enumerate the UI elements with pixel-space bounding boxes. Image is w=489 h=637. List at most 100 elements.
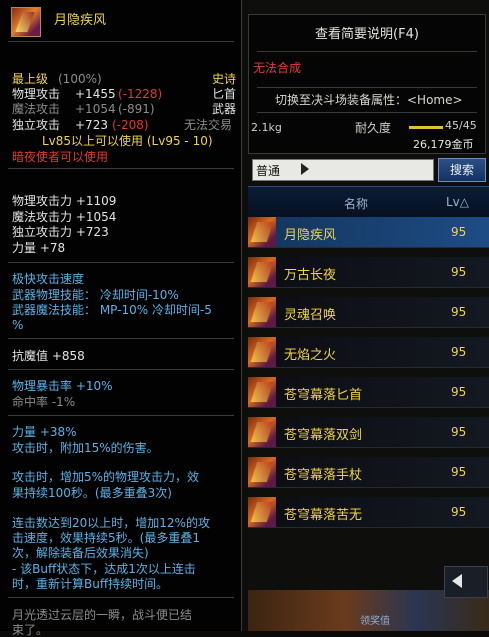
list-item[interactable]: 苍穹幕落双剑 95: [248, 417, 489, 448]
item-level: 95: [451, 305, 467, 319]
grade: 最上级: [12, 72, 49, 86]
option-line: - 该Buff状态下，达成1次以上连击: [12, 562, 196, 576]
list-item[interactable]: 苍穹幕落手杖 95: [248, 457, 489, 488]
magic-resist: 抗魔值 +858: [12, 349, 85, 363]
list-item[interactable]: 无焰之火 95: [248, 337, 489, 368]
item-name: 苍穹幕落匕首: [284, 388, 363, 403]
item-name: 苍穹幕落苦无: [284, 508, 363, 523]
item-name: 万古长夜: [284, 268, 337, 283]
weight-value: 2.1kg: [251, 121, 282, 134]
list-item[interactable]: 万古长夜 95: [248, 257, 489, 288]
weapon-icon: [248, 497, 276, 527]
unsynthesizable-label: 无法合成: [253, 61, 302, 75]
crit-line: 物理暴击率 +10%: [12, 379, 113, 393]
list-item[interactable]: 灵魂召唤 95: [248, 297, 489, 328]
mag-atk-value: +1054: [75, 102, 116, 116]
ind-atk-diff: (-208): [112, 118, 149, 132]
ind-atk-value: +723: [75, 118, 108, 132]
filter-dropdown[interactable]: 普通: [252, 159, 434, 181]
list-item[interactable]: 苍穹幕落苦无 95: [248, 497, 489, 528]
list-item[interactable]: 月隐疾风 95: [248, 217, 489, 248]
durability-bar: [409, 126, 443, 129]
effect-line: 武器魔法技能： MP-10% 冷却时间-5: [12, 303, 212, 317]
item-name: 月隐疾风: [54, 13, 107, 28]
stat-line: 魔法攻击力 +1054: [12, 210, 117, 224]
weapon-icon: [248, 377, 276, 407]
weapon-icon: [248, 337, 276, 367]
list-header: 名称 Lv△: [248, 186, 489, 217]
durability-label: 耐久度: [355, 121, 392, 135]
item-level: 95: [451, 425, 467, 439]
item-level: 95: [451, 225, 467, 239]
item-level: 95: [451, 505, 467, 519]
option-line: 击速度，效果持续5秒。(最多重叠1: [12, 531, 200, 545]
divider: [8, 369, 234, 370]
class-requirement: 暗夜使者可以使用: [12, 150, 109, 164]
option-line: 次，解除装备后效果消失): [12, 546, 149, 560]
stat-line: 力量 +78: [12, 241, 66, 255]
durability-value: 45/45: [445, 119, 477, 132]
divider: [8, 168, 234, 169]
arena-toggle-row[interactable]: 切换至决斗场装备属性：<Home>: [257, 87, 477, 113]
mag-atk-label: 魔法攻击: [12, 102, 61, 116]
list-item[interactable]: 苍穹幕落匕首 95: [248, 377, 489, 408]
option-line: 时，重新计算Buff持续时间。: [12, 577, 169, 591]
phys-atk-diff: (-1228): [118, 87, 163, 101]
effect-line: 武器物理技能： 冷却时间-10%: [12, 288, 179, 302]
item-level: 95: [451, 345, 467, 359]
rarity: 史诗: [212, 72, 237, 86]
item-tooltip: 月隐疾风 最上级 (100%) 史诗 物理攻击 +1455 (-1228) 匕首…: [0, 0, 242, 637]
item-name: 无焰之火: [284, 348, 337, 363]
item-name: 苍穹幕落手杖: [284, 468, 363, 483]
search-row: 普通 搜索: [248, 156, 489, 184]
item-name: 苍穹幕落双剑: [284, 428, 363, 443]
weapon-icon: [11, 7, 41, 37]
search-button[interactable]: 搜索: [438, 158, 486, 182]
weapon-type: 匕首: [212, 87, 237, 101]
weapon-icon: [248, 257, 276, 287]
divider: [8, 41, 234, 42]
divider: [8, 415, 234, 416]
mag-atk-diff: (-891): [118, 102, 155, 116]
column-name-header[interactable]: 名称: [344, 195, 368, 212]
option-line: 攻击时，附加15%的伤害。: [12, 441, 159, 455]
dropdown-arrow-icon: [301, 163, 309, 175]
option-line: 连击数达到20以上时，增加12%的攻: [12, 516, 210, 530]
prev-page-button[interactable]: [444, 566, 488, 598]
item-level: 95: [451, 465, 467, 479]
column-level-header[interactable]: Lv△: [446, 195, 469, 209]
flavor-text: 月光透过云层的一瞬，战斗便已结: [12, 608, 193, 622]
filter-value: 普通: [256, 164, 281, 178]
item-level: 95: [451, 385, 467, 399]
phys-atk-value: +1455: [75, 87, 116, 101]
arena-toggle-label: 切换至决斗场装备属性：<Home>: [275, 93, 463, 107]
weapon-icon: [248, 417, 276, 447]
hit-rate-line: 命中率 -1%: [12, 395, 76, 409]
level-requirement: Lv85以上可以使用 (Lv95 - 10): [42, 134, 213, 148]
item-name: 灵魂召唤: [284, 308, 337, 323]
divider: [8, 262, 234, 263]
divider: [257, 51, 477, 52]
effect-line: %: [12, 318, 24, 332]
grade-percent: (100%): [58, 72, 102, 86]
compare-box: 查看简要说明(F4) 无法合成 切换至决斗场装备属性：<Home> 2.1kg …: [248, 14, 486, 154]
phys-atk-label: 物理攻击: [12, 87, 61, 101]
durability-fill: [409, 126, 443, 129]
option-line: 攻击时，增加5%的物理攻击力，效: [12, 470, 200, 484]
stat-line: 独立攻击力 +723: [12, 225, 109, 239]
weapon-icon: [248, 297, 276, 327]
divider: [8, 597, 234, 598]
flavor-text: 束了。: [12, 623, 49, 637]
option-line: 果持续100秒。(最多重叠3次): [12, 486, 172, 500]
category: 武器: [212, 102, 237, 116]
weapon-icon: [248, 217, 276, 247]
footer-label: 领奖值: [360, 616, 390, 627]
effect-line: 极快攻击速度: [12, 272, 85, 286]
left-arrow-icon: [452, 574, 462, 588]
gold-price: 26,179金币: [413, 138, 474, 151]
stat-line: 物理攻击力 +1109: [12, 194, 117, 208]
trade-status: 无法交易: [184, 118, 233, 132]
divider: [8, 338, 234, 339]
brief-description-button[interactable]: 查看简要说明(F4): [249, 23, 485, 42]
item-level: 95: [451, 265, 467, 279]
